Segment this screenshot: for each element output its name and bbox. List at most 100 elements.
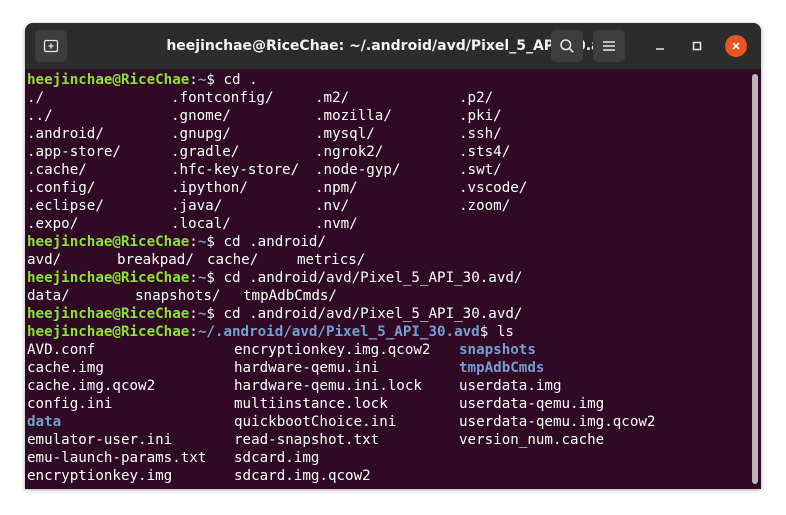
terminal-text: .expo/ — [27, 216, 79, 232]
terminal-text: .npm/ — [315, 180, 358, 196]
terminal-text: .cache/ — [27, 162, 87, 178]
output-row: .eclipse/ .java/ .nv/ .zoom/ — [27, 197, 522, 215]
maximize-icon — [692, 41, 702, 51]
terminal-text: hardware-qemu.ini — [234, 360, 380, 376]
command-text: cd .android/ — [223, 234, 326, 250]
terminal-text: quickbootChoice.ini — [234, 414, 397, 430]
output-row: data/snapshots/tmpAdbCmds/ — [27, 287, 522, 305]
terminal-text: .nv/ — [315, 198, 350, 214]
terminal-text: .eclipse/ — [27, 198, 104, 214]
terminal-text: .fontconfig/ — [171, 90, 274, 106]
terminal-text: .pki/ — [459, 108, 502, 124]
close-icon — [732, 42, 740, 50]
terminal-text: $ — [479, 324, 497, 340]
terminal-text: sdcard.img — [234, 450, 320, 466]
terminal-text: encryptionkey.img — [27, 468, 173, 484]
title-bar[interactable]: heejinchae@RiceChae: ~/.android/avd/Pixe… — [25, 23, 761, 70]
prompt-user: heejinchae@RiceChae — [27, 306, 190, 322]
terminal-text: .p2/ — [459, 90, 494, 106]
output-row: emulator-user.ini read-snapshot.txt versio… — [27, 431, 604, 449]
terminal-text: config.ini — [27, 396, 113, 412]
terminal-text: tmpAdbCmds — [459, 360, 545, 376]
prompt-line: heejinchae@RiceChae:~/.android/avd/Pixel… — [27, 323, 522, 341]
output-row: .expo/ .local/ .nvm/ — [27, 215, 522, 233]
terminal-text: .swt/ — [459, 162, 502, 178]
output-row: .android/ .gnupg/ .mysql/ .ssh/ — [27, 125, 522, 143]
terminal-text: data — [27, 414, 62, 430]
terminal-text: : — [189, 324, 198, 340]
terminal-text: userdata.img — [459, 378, 562, 394]
output-row: cache.img.qcow2 hardware-qemu.ini.lock use… — [27, 377, 562, 395]
terminal-text: .ipython/ — [171, 180, 248, 196]
terminal-text: $ — [206, 234, 224, 250]
output-row: avd/breakpad/cache/metrics/ — [27, 251, 522, 269]
terminal-text: : — [189, 234, 198, 250]
terminal-text: .zoom/ — [459, 198, 511, 214]
close-button[interactable] — [725, 35, 747, 57]
terminal-text: cache.img — [27, 360, 104, 376]
new-tab-icon — [43, 39, 59, 53]
terminal-text: .mozilla/ — [315, 108, 392, 124]
output-row: ../ .gnome/ .mozilla/ .pki/ — [27, 107, 522, 125]
terminal-text: .local/ — [171, 216, 231, 232]
terminal-text: emu-launch-params.txt — [27, 450, 207, 466]
terminal-text: ../ — [27, 108, 53, 124]
minimize-button[interactable] — [649, 35, 671, 57]
terminal-text: .hfc-key-store/ — [171, 162, 300, 178]
terminal-text: hardware-qemu.ini.lock — [234, 378, 422, 394]
terminal-text: read-snapshot.txt — [234, 432, 380, 448]
terminal-text: cache/ — [207, 252, 259, 268]
output-row: cache.img hardware-qemu.ini tmpAdbCmds — [27, 359, 544, 377]
terminal-content[interactable]: heejinchae@RiceChae:~$ cd . ./ .fontconfi… — [25, 70, 761, 489]
terminal-text: .gradle/ — [171, 144, 240, 160]
terminal-text: .mysql/ — [315, 126, 375, 142]
prompt-path: ~/.android/avd/Pixel_5_API_30.avd — [197, 324, 480, 340]
output-row: encryptionkey.img sdcard.img.qcow2 — [27, 467, 522, 485]
terminal-text: snapshots/ — [135, 288, 221, 304]
search-icon — [560, 39, 574, 53]
output-row: .cache/ .hfc-key-store/ .node-gyp/ .swt/ — [27, 161, 522, 179]
prompt-line: heejinchae@RiceChae:~$ cd .android/avd/P… — [27, 305, 522, 323]
maximize-button[interactable] — [686, 35, 708, 57]
output-row: ./ .fontconfig/ .m2/ .p2/ — [27, 89, 522, 107]
output-row: AVD.conf encryptionkey.img.qcow2 snapshots — [27, 341, 536, 359]
terminal-text: avd/ — [27, 252, 62, 268]
terminal-text: : — [189, 270, 198, 286]
terminal-text: .ngrok2/ — [315, 144, 384, 160]
terminal-text: emulator-user.ini — [27, 432, 173, 448]
terminal-text: .app-store/ — [27, 144, 121, 160]
prompt-user: heejinchae@RiceChae — [27, 72, 190, 88]
prompt-line: heejinchae@RiceChae:~$ cd . — [27, 71, 522, 89]
prompt-user: heejinchae@RiceChae — [27, 234, 190, 250]
terminal-text: .android/ — [27, 126, 104, 142]
terminal-text: .gnome/ — [171, 108, 231, 124]
prompt-user: heejinchae@RiceChae — [27, 324, 190, 340]
terminal-text: data/ — [27, 288, 70, 304]
terminal-text: .sts4/ — [459, 144, 511, 160]
terminal-text: .java/ — [171, 198, 223, 214]
scrollbar[interactable] — [752, 74, 758, 484]
minimize-icon — [656, 48, 664, 50]
menu-button[interactable] — [593, 30, 625, 62]
output-row: config.ini multiinstance.lock userdata-qem… — [27, 395, 604, 413]
command-text: cd . — [223, 72, 258, 88]
terminal-text: .node-gyp/ — [315, 162, 401, 178]
terminal-text: .gnupg/ — [171, 126, 231, 142]
terminal-text: userdata-qemu.img — [459, 396, 605, 412]
terminal-text: ./ — [27, 90, 45, 106]
hamburger-menu-icon — [603, 41, 615, 51]
new-tab-button[interactable] — [35, 30, 67, 62]
output-row: emu-launch-params.txt sdcard.img — [27, 449, 522, 467]
output-row: .config/ .ipython/ .npm/ .vscode/ — [27, 179, 527, 197]
search-button[interactable] — [551, 30, 583, 62]
terminal-text: : — [189, 306, 198, 322]
terminal-text: .vscode/ — [459, 180, 528, 196]
terminal-text: multiinstance.lock — [234, 396, 388, 412]
terminal-window: heejinchae@RiceChae: ~/.android/avd/Pixe… — [25, 23, 761, 489]
output-row: .app-store/ .gradle/ .ngrok2/ .sts4/ — [27, 143, 522, 161]
terminal-text: .ssh/ — [459, 126, 502, 142]
prompt-line: heejinchae@RiceChae:~$ cd .android/avd/P… — [27, 269, 522, 287]
terminal-text: sdcard.img.qcow2 — [234, 468, 371, 484]
scrollbar-thumb[interactable] — [752, 74, 758, 484]
terminal-text: $ — [206, 306, 224, 322]
